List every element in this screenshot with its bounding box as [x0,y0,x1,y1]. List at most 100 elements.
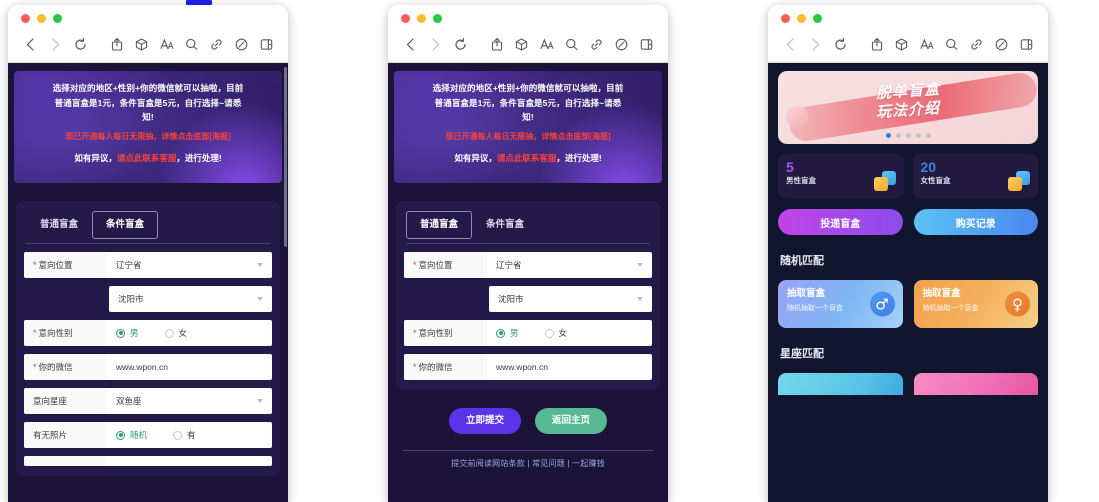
tab-condition-box-1[interactable]: 条件盲盒 [92,211,159,239]
chevron-down-icon[interactable] [637,263,643,267]
draw-card-male[interactable]: 抽取盲盒 随机抽取一个盲盒 ♂ [778,280,903,328]
search-icon[interactable] [179,32,204,56]
carousel-dot-3[interactable] [905,133,911,138]
radio-label-male: 男 [130,328,139,338]
field-value-zodiac[interactable]: 双鱼座 [107,388,272,414]
back-chevron-icon[interactable] [18,32,43,56]
carousel-dot-2[interactable] [895,133,901,138]
text-size-icon[interactable] [914,32,939,56]
carousel-dot-4[interactable] [915,133,921,138]
promo-red-notice[interactable]: 现已开通每人每日无限抽，详情点击底部[海报] [406,130,650,144]
box-stack-icon [873,171,896,191]
close-window-button[interactable] [21,14,30,23]
field-value-location[interactable]: 辽宁省 [107,252,272,278]
carousel-dot-5[interactable] [925,133,931,138]
field-row-wechat[interactable]: * 你的微信 www.wpon.cn [24,354,272,380]
field-row-gender[interactable]: * 意向性别 男 女 [24,320,272,346]
gender-radio-male[interactable]: 男 [116,327,139,339]
stat-card-male[interactable]: 5 男性盲盒 [778,154,904,198]
minimize-window-button[interactable] [417,14,426,23]
package-icon[interactable] [129,32,154,56]
minimize-window-button[interactable] [797,14,806,23]
chevron-down-icon[interactable] [257,297,263,301]
field-row-wechat[interactable]: * 你的微信 www.wpon.cn [404,354,652,380]
wechat-value: www.wpon.cn [116,362,168,372]
sidebar-icon[interactable] [634,32,659,56]
text-size-icon[interactable] [154,32,179,56]
chevron-down-icon[interactable] [637,297,643,301]
purchase-history-button[interactable]: 购买记录 [913,209,1038,235]
search-icon[interactable] [939,32,964,56]
close-window-button[interactable] [781,14,790,23]
zodiac-card-left[interactable] [778,373,903,395]
maximize-window-button[interactable] [53,14,62,23]
field-value-city[interactable]: 沈阳市 [489,286,652,312]
reload-icon[interactable] [828,32,853,56]
close-window-button[interactable] [401,14,410,23]
contact-support-link[interactable]: 请点此联系客服 [117,153,177,163]
radio-dot-icon [116,328,125,338]
field-value-location[interactable]: 辽宁省 [487,252,652,278]
required-asterisk: * [413,259,417,270]
reload-icon[interactable] [68,32,93,56]
link-icon[interactable] [204,32,229,56]
compass-icon[interactable] [609,32,634,56]
field-row-partial[interactable] [24,456,272,466]
field-row-location[interactable]: * 意向位置 辽宁省 [404,252,652,278]
wechat-input[interactable]: www.wpon.cn [107,354,272,380]
tab-condition-box-2[interactable]: 条件盲盒 [472,211,538,239]
promo-red-notice[interactable]: 现已开通每人每日无限抽，详情点击底部[海报] [26,130,270,144]
back-home-button[interactable]: 返回主页 [535,408,608,434]
package-icon[interactable] [509,32,534,56]
share-icon[interactable] [484,32,509,56]
hero-carousel[interactable]: 脱单盲盒 玩法介绍 [778,71,1038,144]
reload-icon[interactable] [448,32,473,56]
maximize-window-button[interactable] [813,14,822,23]
field-row-location[interactable]: * 意向位置 辽宁省 [24,252,272,278]
chevron-down-icon[interactable] [257,263,263,267]
sidebar-icon[interactable] [254,32,279,56]
page-scrollbar[interactable] [284,67,287,247]
chevron-down-icon[interactable] [257,399,263,403]
field-row-city[interactable]: 沈阳市 [109,286,272,312]
link-icon[interactable] [584,32,609,56]
gender-radio-male[interactable]: 男 [496,327,519,339]
contact-support-link[interactable]: 请点此联系客服 [497,153,557,163]
field-row-zodiac[interactable]: 意向星座 双鱼座 [24,388,272,414]
share-icon[interactable] [104,32,129,56]
forward-chevron-icon[interactable] [43,32,68,56]
draw-card-female[interactable]: 抽取盲盒 随机抽取一个盲盒 ♀ [913,280,1038,328]
photo-radio-random[interactable]: 随机 [116,429,147,441]
text-size-icon[interactable] [534,32,559,56]
minimize-window-button[interactable] [37,14,46,23]
sidebar-icon[interactable] [1014,32,1039,56]
field-row-photo[interactable]: 有无照片 随机 有 [24,422,272,448]
stat-card-female[interactable]: 20 女性盲盒 [912,154,1038,198]
share-icon[interactable] [864,32,889,56]
search-icon[interactable] [559,32,584,56]
field-value-city[interactable]: 沈阳市 [109,286,272,312]
footer-links[interactable]: 提交前阅读网站条款 | 常见问题 | 一起赚钱 [388,458,668,469]
gender-radio-female[interactable]: 女 [544,327,567,339]
forward-chevron-icon[interactable] [803,32,828,56]
submit-button[interactable]: 立即提交 [448,408,521,434]
wechat-input[interactable]: www.wpon.cn [487,354,652,380]
package-icon[interactable] [889,32,914,56]
back-chevron-icon[interactable] [778,32,803,56]
tab-normal-box-1[interactable]: 普通盲盒 [26,211,92,239]
carousel-dot-1[interactable] [885,133,891,138]
photo-radio-has[interactable]: 有 [173,429,196,441]
back-chevron-icon[interactable] [398,32,423,56]
zodiac-card-right[interactable] [913,373,1038,395]
maximize-window-button[interactable] [433,14,442,23]
gender-radio-female[interactable]: 女 [164,327,187,339]
forward-chevron-icon[interactable] [423,32,448,56]
link-icon[interactable] [964,32,989,56]
compass-icon[interactable] [989,32,1014,56]
deliver-box-button[interactable]: 投递盲盒 [778,209,903,235]
field-row-gender[interactable]: * 意向性别 男 女 [404,320,652,346]
compass-icon[interactable] [229,32,254,56]
tab-normal-box-2[interactable]: 普通盲盒 [406,211,473,239]
field-label-wechat: * 你的微信 [24,354,107,380]
field-row-city[interactable]: 沈阳市 [489,286,652,312]
